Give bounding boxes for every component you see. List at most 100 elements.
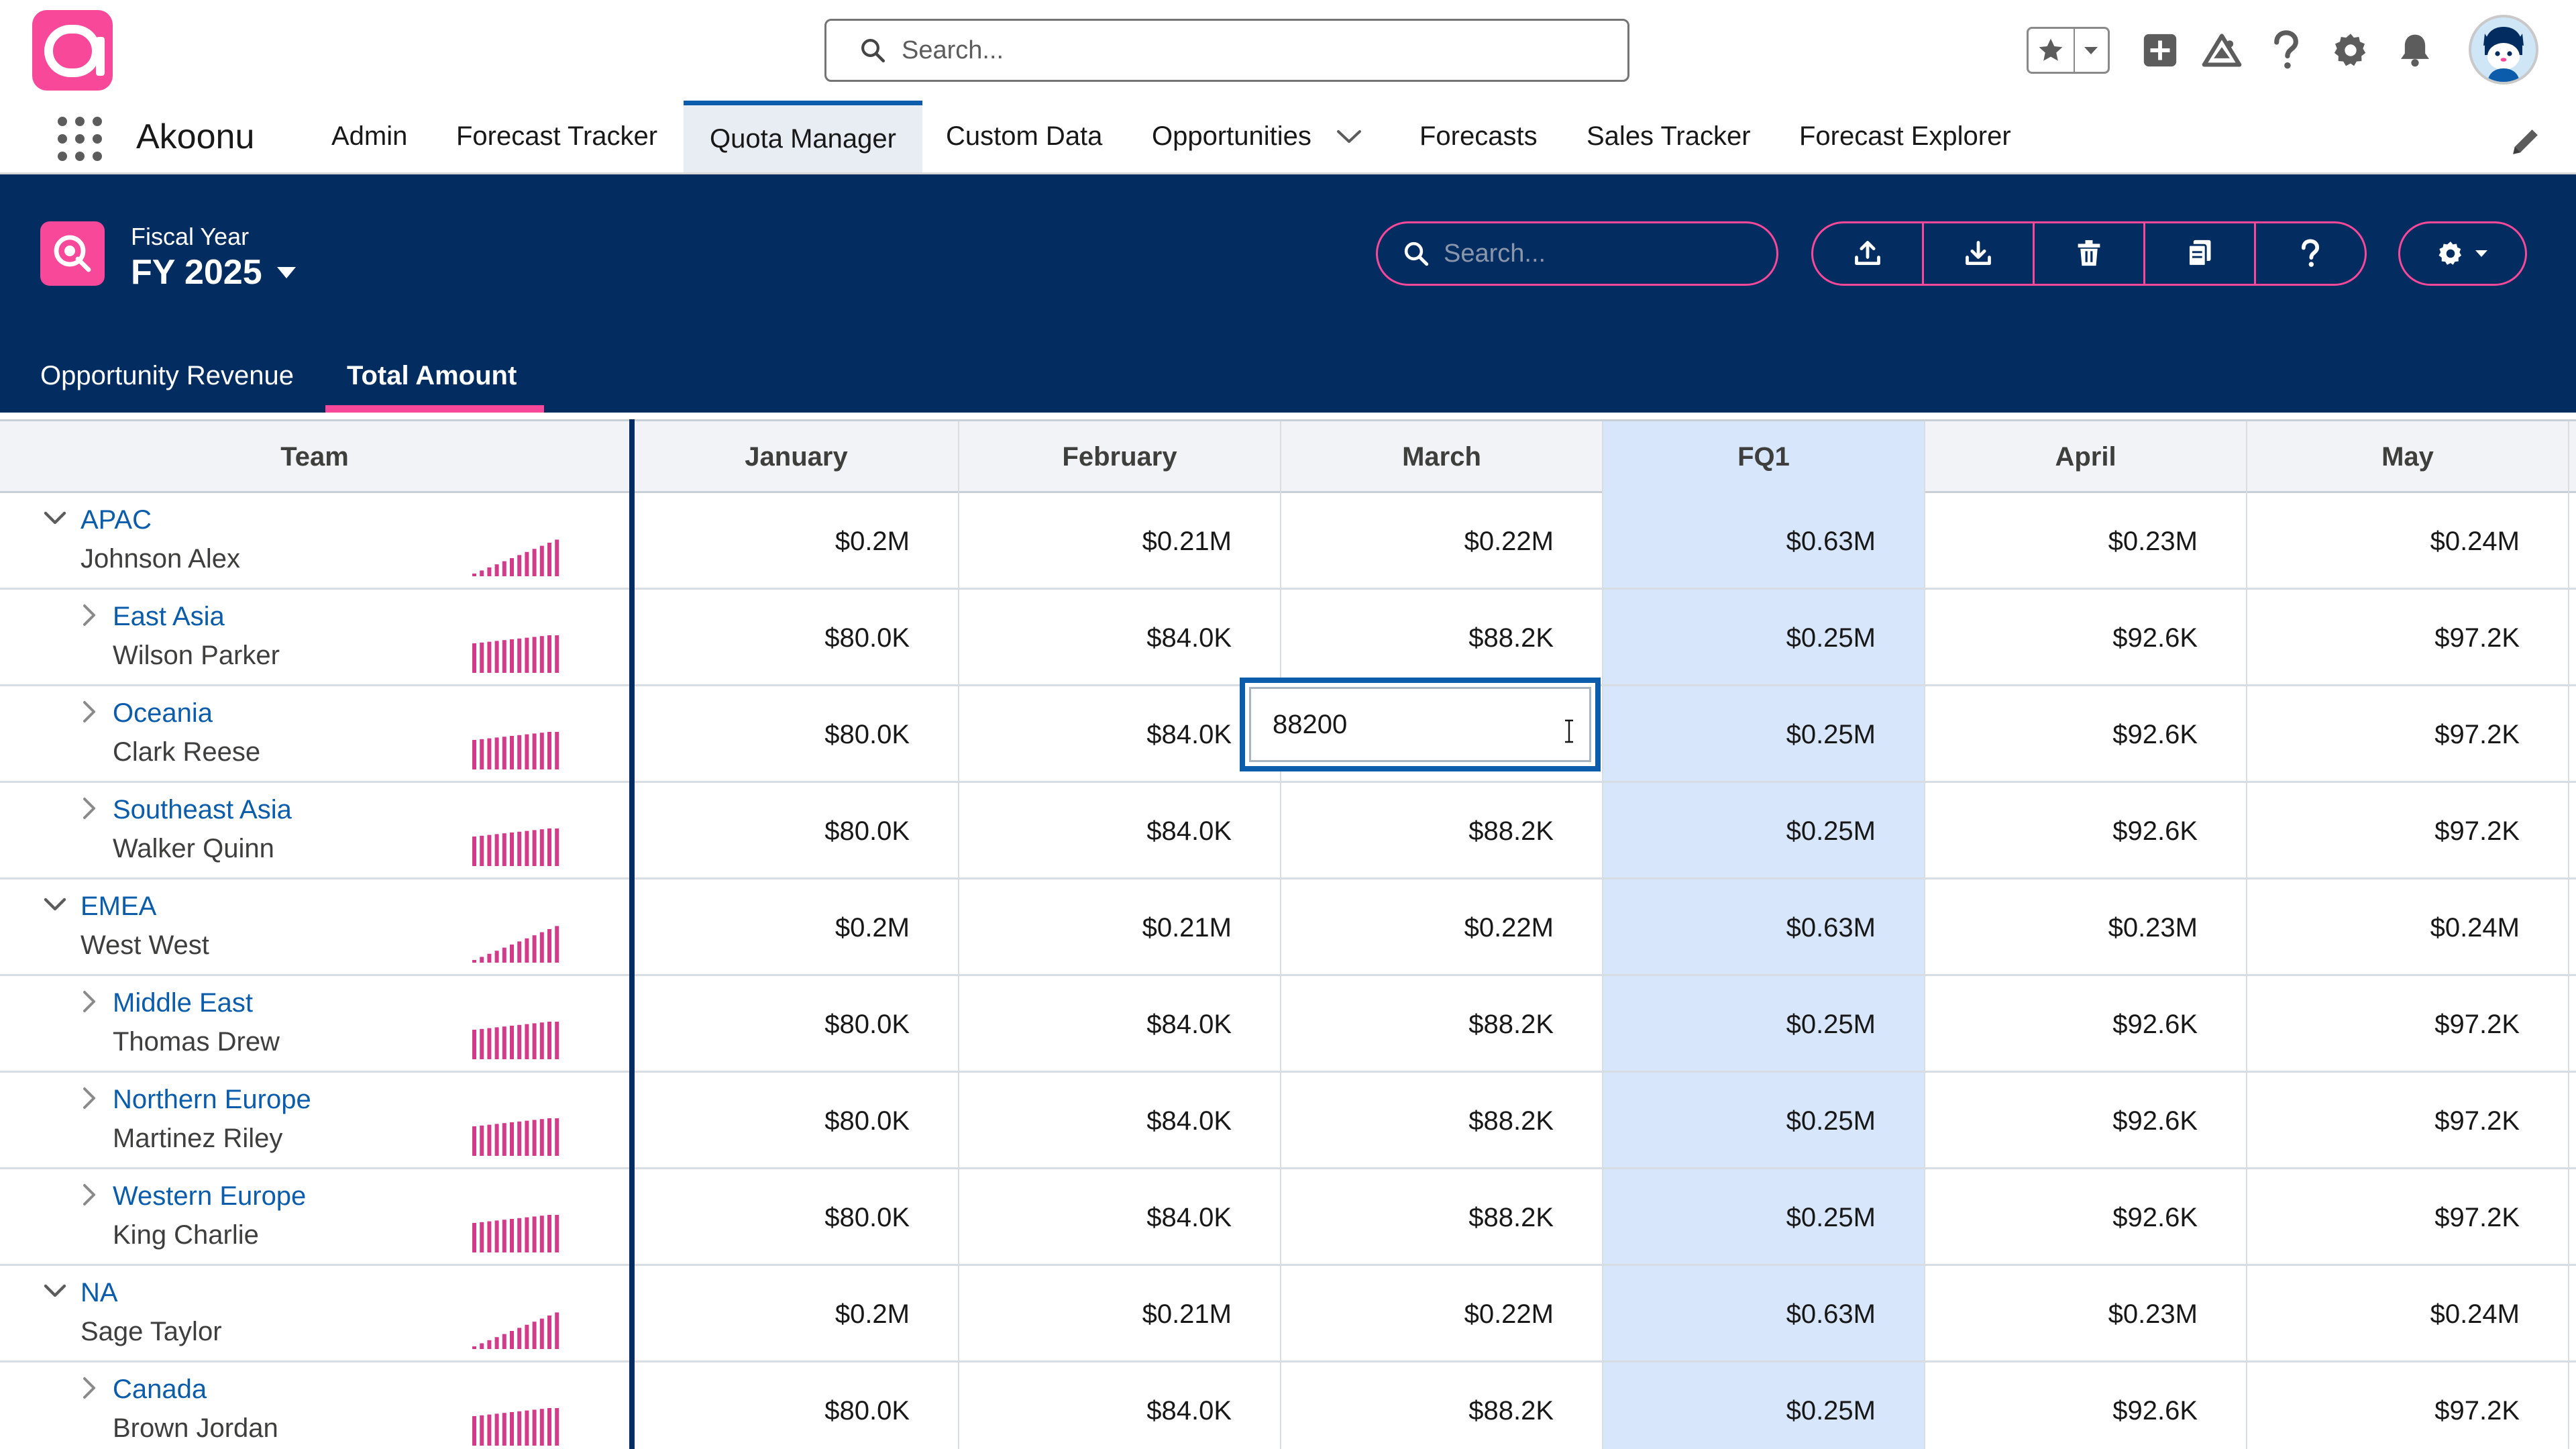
- cell-fq1[interactable]: $0.63M: [1603, 1266, 1925, 1362]
- cell-april[interactable]: $92.6K: [1925, 1362, 2247, 1449]
- column-header-april[interactable]: April: [1925, 421, 2247, 493]
- cell-april[interactable]: $92.6K: [1925, 590, 2247, 686]
- team-link[interactable]: Northern Europe: [113, 1085, 311, 1115]
- cell-april[interactable]: $92.6K: [1925, 686, 2247, 783]
- cell-march[interactable]: $88.2K: [1281, 590, 1603, 686]
- cell-march[interactable]: $88.2K: [1281, 1169, 1603, 1266]
- nav-item-forecasts[interactable]: Forecasts: [1419, 101, 1538, 172]
- trailhead-icon[interactable]: [2198, 27, 2245, 74]
- table-row[interactable]: East Asia Wilson Parker $80.0K $84.0K $88.2K…: [0, 590, 2576, 686]
- akoonu-logo-icon[interactable]: [32, 10, 113, 91]
- notifications-bell-icon[interactable]: [2392, 27, 2438, 74]
- cell-april[interactable]: $92.6K: [1925, 783, 2247, 879]
- cell-april[interactable]: $0.23M: [1925, 1266, 2247, 1362]
- cell-may[interactable]: $97.2K: [2247, 976, 2569, 1073]
- cell-may[interactable]: $97.2K: [2247, 1362, 2569, 1449]
- favorites-dropdown-icon[interactable]: [2075, 29, 2108, 72]
- cell-fq1[interactable]: $0.25M: [1603, 976, 1925, 1073]
- tab-total-amount[interactable]: Total Amount: [347, 361, 517, 391]
- global-add-icon[interactable]: [2137, 27, 2184, 74]
- global-search-input[interactable]: [902, 36, 1572, 65]
- table-row[interactable]: Middle East Thomas Drew $80.0K $84.0K $88.2K…: [0, 976, 2576, 1073]
- cell-fq1[interactable]: $0.25M: [1603, 1169, 1925, 1266]
- cell-january[interactable]: $80.0K: [635, 1169, 959, 1266]
- team-link[interactable]: NA: [80, 1278, 118, 1308]
- help-icon[interactable]: [2263, 27, 2310, 74]
- cell-april[interactable]: $92.6K: [1925, 976, 2247, 1073]
- chevron-right-icon[interactable]: [75, 1085, 102, 1112]
- chevron-down-icon[interactable]: [42, 505, 68, 532]
- global-search-box[interactable]: [824, 19, 1629, 82]
- cell-march[interactable]: $88.2K: [1281, 976, 1603, 1073]
- nav-item-opportunities[interactable]: Opportunities: [1152, 101, 1362, 172]
- cell-march[interactable]: $88.2K: [1281, 1073, 1603, 1169]
- table-row[interactable]: APAC Johnson Alex $0.2M $0.21M $0.22M $0.63M $…: [0, 493, 2576, 590]
- chevron-right-icon[interactable]: [75, 1181, 102, 1208]
- app-launcher-grid-icon[interactable]: [58, 117, 102, 161]
- cell-april[interactable]: $92.6K: [1925, 1169, 2247, 1266]
- nav-item-sales-tracker[interactable]: Sales Tracker: [1587, 101, 1751, 172]
- cell-february[interactable]: $84.0K: [959, 686, 1281, 783]
- chevron-down-icon[interactable]: [1336, 129, 1362, 145]
- team-link[interactable]: Western Europe: [113, 1181, 306, 1212]
- upload-button[interactable]: [1813, 223, 1924, 284]
- fiscal-year-selector[interactable]: FY 2025: [131, 252, 297, 292]
- cell-january[interactable]: $0.2M: [635, 1266, 959, 1362]
- cell-fq1[interactable]: $0.25M: [1603, 1073, 1925, 1169]
- cell-february[interactable]: $84.0K: [959, 590, 1281, 686]
- cell-february[interactable]: $0.21M: [959, 879, 1281, 976]
- copy-button[interactable]: [2145, 223, 2256, 284]
- grid-search-input[interactable]: [1444, 239, 1766, 268]
- grid-search-box[interactable]: [1376, 221, 1778, 286]
- cell-edit-input[interactable]: [1273, 709, 1541, 740]
- cell-may[interactable]: $97.2K: [2247, 1169, 2569, 1266]
- team-link[interactable]: Oceania: [113, 698, 213, 729]
- nav-item-forecast-tracker[interactable]: Forecast Tracker: [456, 101, 657, 172]
- team-link[interactable]: EMEA: [80, 892, 156, 922]
- column-header-march[interactable]: March: [1281, 421, 1603, 493]
- cell-march[interactable]: $88.2K: [1281, 783, 1603, 879]
- cell-fq1[interactable]: $0.63M: [1603, 493, 1925, 590]
- cell-fq1[interactable]: $0.25M: [1603, 590, 1925, 686]
- cell-april[interactable]: $92.6K: [1925, 1073, 2247, 1169]
- cell-february[interactable]: $84.0K: [959, 783, 1281, 879]
- chevron-down-icon[interactable]: [42, 892, 68, 918]
- chevron-right-icon[interactable]: [75, 698, 102, 725]
- user-avatar[interactable]: [2469, 15, 2538, 85]
- cell-march[interactable]: $0.22M: [1281, 1266, 1603, 1362]
- cell-fq1[interactable]: $0.25M: [1603, 686, 1925, 783]
- team-link[interactable]: Southeast Asia: [113, 795, 292, 825]
- nav-item-admin[interactable]: Admin: [331, 101, 407, 172]
- column-header-fq1[interactable]: FQ1: [1603, 421, 1925, 493]
- grid-settings-button[interactable]: [2398, 221, 2527, 286]
- cell-may[interactable]: $97.2K: [2247, 783, 2569, 879]
- cell-february[interactable]: $84.0K: [959, 976, 1281, 1073]
- cell-fq1[interactable]: $0.25M: [1603, 783, 1925, 879]
- chevron-right-icon[interactable]: [75, 988, 102, 1015]
- cell-january[interactable]: $0.2M: [635, 879, 959, 976]
- cell-fq1[interactable]: $0.63M: [1603, 879, 1925, 976]
- download-button[interactable]: [1924, 223, 2035, 284]
- cell-may[interactable]: $0.24M: [2247, 1266, 2569, 1362]
- setup-gear-icon[interactable]: [2327, 27, 2374, 74]
- team-link[interactable]: East Asia: [113, 602, 225, 632]
- cell-april[interactable]: $0.23M: [1925, 879, 2247, 976]
- cell-may[interactable]: $97.2K: [2247, 686, 2569, 783]
- cell-may[interactable]: $0.24M: [2247, 879, 2569, 976]
- cell-may[interactable]: $0.24M: [2247, 493, 2569, 590]
- cell-february[interactable]: $84.0K: [959, 1362, 1281, 1449]
- nav-item-custom-data[interactable]: Custom Data: [946, 101, 1102, 172]
- cell-february[interactable]: $0.21M: [959, 1266, 1281, 1362]
- team-link[interactable]: Canada: [113, 1375, 207, 1405]
- table-row[interactable]: Northern Europe Martinez Riley $80.0K $84.0…: [0, 1073, 2576, 1169]
- editing-cell-march-oceania[interactable]: [1240, 678, 1601, 771]
- cell-march[interactable]: $88.2K: [1281, 1362, 1603, 1449]
- cell-january[interactable]: $80.0K: [635, 686, 959, 783]
- tab-opportunity-revenue[interactable]: Opportunity Revenue: [40, 361, 294, 391]
- column-header-february[interactable]: February: [959, 421, 1281, 493]
- cell-february[interactable]: $0.21M: [959, 493, 1281, 590]
- favorites-star-icon[interactable]: [2029, 29, 2075, 72]
- chevron-right-icon[interactable]: [75, 795, 102, 822]
- cell-may[interactable]: $97.2K: [2247, 1073, 2569, 1169]
- frozen-column-divider[interactable]: [629, 419, 635, 1449]
